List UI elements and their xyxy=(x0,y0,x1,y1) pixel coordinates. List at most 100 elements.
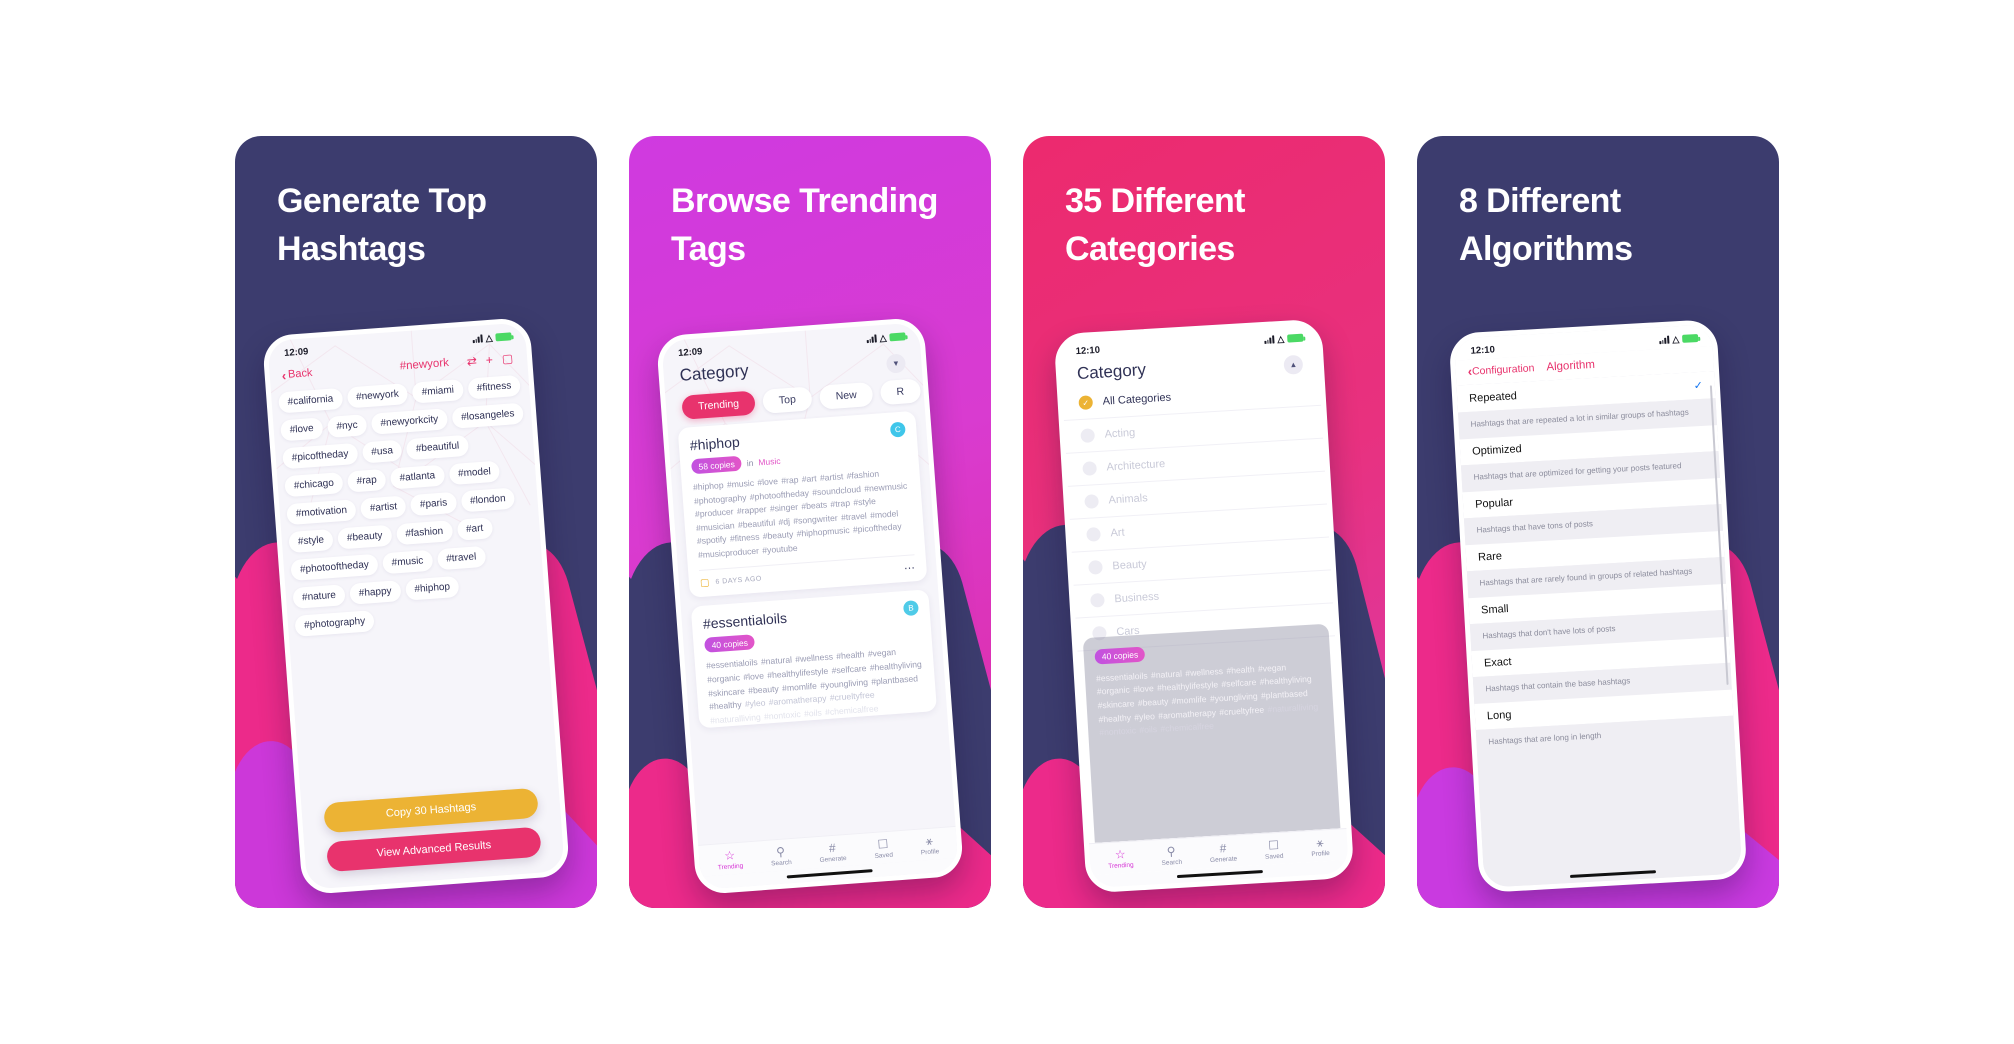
status-indicators: △ xyxy=(472,331,512,345)
back-button[interactable]: ‹ Back xyxy=(281,366,313,383)
battery-icon xyxy=(495,332,512,342)
status-time: 12:09 xyxy=(283,345,309,359)
tab-label: Saved xyxy=(1264,852,1284,861)
battery-icon xyxy=(1681,333,1699,343)
copy-hashtags-button[interactable]: Copy 30 Hashtags xyxy=(323,787,539,834)
tab-generate[interactable]: # Generate xyxy=(1209,841,1237,864)
more-icon[interactable]: ⋯ xyxy=(904,562,916,576)
algorithm-name: Optimized xyxy=(1471,443,1522,458)
bookmark-icon: ☐ xyxy=(1267,837,1280,853)
hashtag-chip[interactable]: #nyc xyxy=(326,414,368,438)
phone-screen-results: 12:09 △ ‹ Back #newyork ⇄ + ▢ #californi… xyxy=(261,316,571,896)
hashtag-chip[interactable]: #beautiful xyxy=(406,434,469,461)
tab-search[interactable]: ⚲ Search xyxy=(770,844,792,868)
hashtag-chip[interactable]: #newyorkcity xyxy=(370,408,448,435)
filter-chip-new[interactable]: New xyxy=(818,381,874,410)
hashtag-card[interactable]: #essentialoils B 40 copies #essentialoil… xyxy=(690,589,938,729)
bookmark-icon[interactable]: ▢ xyxy=(501,351,513,366)
filter-chip-top[interactable]: Top xyxy=(762,386,813,414)
card-hashtag: #hiphop xyxy=(689,433,741,454)
chevron-down-icon[interactable]: ▾ xyxy=(885,353,907,374)
tab-label: Trending xyxy=(1108,861,1134,871)
tab-profile[interactable]: ⚹ Profile xyxy=(1310,835,1330,858)
hashtag-chip[interactable]: #photooftheday xyxy=(290,553,379,582)
hashtag-chip[interactable]: #art xyxy=(456,517,494,541)
tab-saved[interactable]: ☐ Saved xyxy=(1264,837,1284,861)
avatar: C xyxy=(889,421,906,438)
hashtag-chip[interactable]: #london xyxy=(460,487,516,513)
hashtag-chip[interactable]: #losangeles xyxy=(451,402,525,429)
filter-chip-trending[interactable]: Trending xyxy=(681,390,756,420)
person-icon: ⚹ xyxy=(1315,835,1324,850)
hashtag-chip[interactable]: #paris xyxy=(410,491,457,517)
wifi-icon: △ xyxy=(485,332,493,343)
timestamp: 6 DAYS AGO xyxy=(715,575,763,587)
tab-profile[interactable]: ⚹ Profile xyxy=(920,834,940,857)
radio-icon xyxy=(1090,592,1105,608)
hashtag-chip[interactable]: #nature xyxy=(292,584,346,609)
tab-label: Profile xyxy=(920,848,940,857)
page-title: Category xyxy=(1076,360,1147,384)
chevron-up-icon[interactable]: ▴ xyxy=(1283,354,1304,375)
page-title: Category xyxy=(679,360,750,385)
shuffle-icon[interactable]: ⇄ xyxy=(466,354,477,369)
phone-mockup-3: 12:10 △ Category ▴ ✓ All Categories Acting… xyxy=(1053,318,1355,894)
hashtag-chip[interactable]: #picoftheday xyxy=(282,442,359,470)
algorithm-name: Repeated xyxy=(1468,389,1518,405)
hashtag-card[interactable]: #hiphop C 58 copies in Music #hiphop #mu… xyxy=(677,410,928,599)
wifi-icon: △ xyxy=(879,332,887,343)
hashtag-chip[interactable]: #beauty xyxy=(337,524,393,550)
radio-icon xyxy=(1086,527,1101,542)
hashtag-chip[interactable]: #artist xyxy=(360,495,407,520)
battery-icon xyxy=(1287,333,1304,343)
hashtag-chip[interactable]: #hiphop xyxy=(404,575,460,601)
back-label: Configuration xyxy=(1471,361,1535,378)
radio-icon xyxy=(1088,559,1103,575)
tab-label: Trending xyxy=(717,862,744,872)
card-hashtag-body: #hiphop #music #love #rap #art #artist #… xyxy=(692,468,908,560)
bookmark-icon[interactable]: ▢ xyxy=(700,578,710,590)
card-category[interactable]: Music xyxy=(758,455,781,467)
hashtag-chip[interactable]: #california xyxy=(277,387,343,414)
back-label: Back xyxy=(287,366,313,381)
tab-label: Search xyxy=(1161,858,1183,867)
app-screenshot-panel-1: Generate Top Hashtags 12:09 △ ‹ Back #ne… xyxy=(235,136,597,908)
card-footer-left: ▢ 6 DAYS AGO xyxy=(700,574,763,590)
tab-trending[interactable]: ☆ Trending xyxy=(1107,847,1134,871)
hashtag-chip[interactable]: #newyork xyxy=(346,383,409,409)
search-icon: ⚲ xyxy=(1166,844,1176,859)
hashtag-chip[interactable]: #motivation xyxy=(286,499,357,526)
hashtag-chip[interactable]: #atlanta xyxy=(389,464,445,490)
hashtag-chip[interactable]: #music xyxy=(382,549,434,575)
hashtag-chip[interactable]: #love xyxy=(280,417,324,442)
tab-saved[interactable]: ☐ Saved xyxy=(873,837,893,860)
hashtag-chip[interactable]: #rap xyxy=(347,468,387,493)
plus-icon[interactable]: + xyxy=(485,353,493,367)
hashtag-chip[interactable]: #fitness xyxy=(467,374,521,400)
overlay-hashtag-card[interactable]: 40 copies #essentialoils #natural #welln… xyxy=(1082,623,1341,843)
hashtag-chip[interactable]: #model xyxy=(448,460,501,486)
hashtag-chip[interactable]: #chicago xyxy=(284,472,344,498)
hashtag-chip[interactable]: #happy xyxy=(349,580,402,605)
tab-trending[interactable]: ☆ Trending xyxy=(717,848,744,872)
category-label: All Categories xyxy=(1102,391,1172,408)
hashtag-chip[interactable]: #style xyxy=(288,528,334,554)
signal-icon xyxy=(1659,335,1670,345)
battery-icon xyxy=(889,332,906,342)
filter-chip-r[interactable]: R xyxy=(879,378,921,406)
hashtag-chip[interactable]: #photography xyxy=(294,610,375,637)
phone-mockup-1: 12:09 △ ‹ Back #newyork ⇄ + ▢ #californi… xyxy=(261,316,571,896)
signal-icon xyxy=(1264,335,1275,344)
page-title: Algorithm xyxy=(1546,358,1596,373)
view-advanced-results-button[interactable]: View Advanced Results xyxy=(326,826,542,873)
tab-search[interactable]: ⚲ Search xyxy=(1161,844,1183,867)
back-to-configuration-button[interactable]: ‹ Configuration xyxy=(1467,361,1535,379)
hashtag-chip[interactable]: #miami xyxy=(412,379,464,404)
panel-headline-4: 8 Different Algorithms xyxy=(1459,182,1633,268)
tab-generate[interactable]: # Generate xyxy=(818,841,847,864)
hashtag-chip[interactable]: #travel xyxy=(436,545,486,571)
status-indicators: △ xyxy=(1659,332,1699,345)
hashtag-chip[interactable]: #usa xyxy=(361,439,403,464)
search-icon: ⚲ xyxy=(775,844,786,860)
hashtag-chip[interactable]: #fashion xyxy=(395,520,453,546)
